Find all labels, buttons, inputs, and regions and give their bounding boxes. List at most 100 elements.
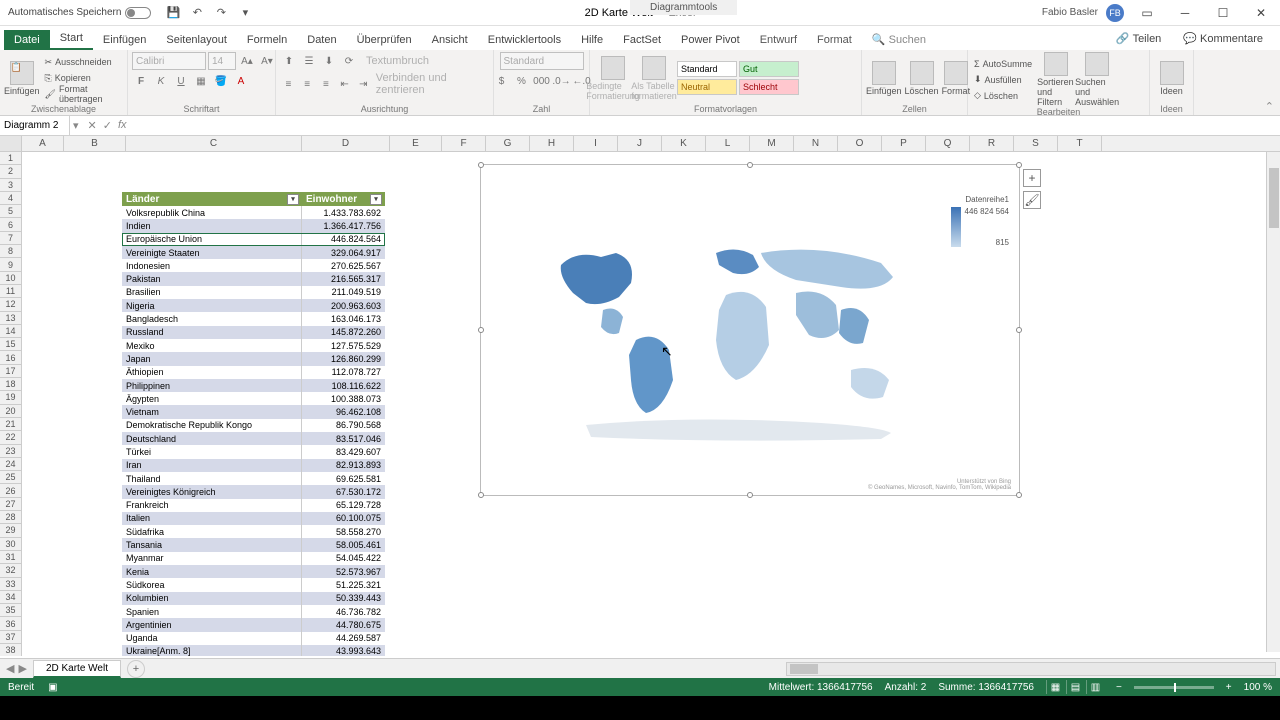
indent-dec-icon[interactable]: ⇤ — [336, 75, 353, 93]
cell-country[interactable]: Europäische Union — [122, 233, 302, 246]
inc-decimal-icon[interactable]: .0→ — [553, 72, 571, 90]
redo-icon[interactable]: ↷ — [213, 5, 229, 21]
row-header[interactable]: 38 — [0, 644, 21, 656]
row-header[interactable]: 35 — [0, 604, 21, 617]
view-pagelayout-icon[interactable]: ▤ — [1066, 680, 1084, 694]
cell-value[interactable]: 58.005.461 — [302, 538, 385, 551]
cell-country[interactable]: Philippinen — [122, 379, 302, 392]
col-header[interactable]: B — [64, 136, 126, 151]
table-row[interactable]: Deutschland83.517.046 — [122, 432, 385, 445]
col-header[interactable]: C — [126, 136, 302, 151]
cell-value[interactable]: 44.269.587 — [302, 632, 385, 645]
add-sheet-button[interactable]: + — [127, 660, 145, 678]
select-all-triangle[interactable] — [0, 136, 22, 151]
sheet-tab[interactable]: 2D Karte Welt — [33, 660, 121, 678]
cell-value[interactable]: 211.049.519 — [302, 286, 385, 299]
cell-country[interactable]: Argentinien — [122, 618, 302, 631]
underline-icon[interactable]: U — [172, 72, 190, 90]
number-format-combo[interactable]: Standard — [500, 52, 584, 70]
table-row[interactable]: Russland145.872.260 — [122, 326, 385, 339]
horizontal-scrollbar[interactable] — [786, 662, 1276, 676]
table-row[interactable]: Italien60.100.075 — [122, 512, 385, 525]
cell-country[interactable]: Myanmar — [122, 552, 302, 565]
decrease-font-icon[interactable]: A▾ — [258, 52, 276, 70]
table-row[interactable]: Europäische Union446.824.564 — [122, 233, 385, 246]
table-row[interactable]: Südkorea51.225.321 — [122, 578, 385, 591]
tab-start[interactable]: Start — [50, 28, 93, 50]
vertical-scrollbar[interactable] — [1266, 152, 1280, 652]
cell-country[interactable]: Indonesien — [122, 259, 302, 272]
tab-help[interactable]: Hilfe — [571, 30, 613, 50]
cell-value[interactable]: 329.064.917 — [302, 246, 385, 259]
table-row[interactable]: Südafrika58.558.270 — [122, 525, 385, 538]
col-header[interactable]: F — [442, 136, 486, 151]
cell-country[interactable]: Japan — [122, 352, 302, 365]
align-top-icon[interactable]: ⬆ — [280, 52, 298, 70]
undo-icon[interactable]: ↶ — [189, 5, 205, 21]
row-header[interactable]: 22 — [0, 431, 21, 444]
cell-value[interactable]: 69.625.581 — [302, 472, 385, 485]
merge-button[interactable]: Verbinden und zentrieren — [376, 72, 489, 96]
cell-country[interactable]: Kenia — [122, 565, 302, 578]
autosave-toggle[interactable]: Automatisches Speichern — [0, 7, 159, 19]
cell-country[interactable]: Mexiko — [122, 339, 302, 352]
cell-country[interactable]: Südkorea — [122, 578, 302, 591]
font-color-icon[interactable]: A — [232, 72, 250, 90]
row-header[interactable]: 28 — [0, 511, 21, 524]
tab-format[interactable]: Format — [807, 30, 862, 50]
username[interactable]: Fabio Basler — [1042, 7, 1098, 18]
col-header[interactable]: E — [390, 136, 442, 151]
cell-value[interactable]: 52.573.967 — [302, 565, 385, 578]
minimize-icon[interactable]: ─ — [1170, 2, 1200, 24]
cell-value[interactable]: 67.530.172 — [302, 485, 385, 498]
table-row[interactable]: Demokratische Republik Kongo86.790.568 — [122, 419, 385, 432]
conditional-format-button[interactable]: Bedingte Formatierung — [594, 56, 632, 101]
insert-cells-button[interactable]: Einfügen — [866, 61, 902, 96]
sheet-nav-next-icon[interactable]: ▶ — [18, 662, 26, 675]
row-header[interactable]: 15 — [0, 338, 21, 351]
table-row[interactable]: Thailand69.625.581 — [122, 472, 385, 485]
row-header[interactable]: 10 — [0, 272, 21, 285]
tab-design[interactable]: Entwurf — [750, 30, 807, 50]
align-middle-icon[interactable]: ☰ — [300, 52, 318, 70]
cell-value[interactable]: 96.462.108 — [302, 405, 385, 418]
toggle-switch[interactable] — [125, 7, 151, 19]
row-header[interactable]: 19 — [0, 391, 21, 404]
name-box[interactable]: Diagramm 2 — [0, 116, 70, 136]
find-select-button[interactable]: Suchen und Auswählen — [1078, 52, 1116, 107]
font-size-combo[interactable]: 14 — [208, 52, 236, 70]
tab-developer[interactable]: Entwicklertools — [478, 30, 571, 50]
cell-country[interactable]: Ägypten — [122, 392, 302, 405]
align-left-icon[interactable]: ≡ — [280, 75, 297, 93]
cell-value[interactable]: 145.872.260 — [302, 326, 385, 339]
row-header[interactable]: 31 — [0, 551, 21, 564]
row-header[interactable]: 9 — [0, 258, 21, 271]
cell-value[interactable]: 216.565.317 — [302, 272, 385, 285]
row-header[interactable]: 14 — [0, 325, 21, 338]
cell-value[interactable]: 58.558.270 — [302, 525, 385, 538]
cut-button[interactable]: ✂ Ausschneiden — [43, 55, 123, 70]
row-header[interactable]: 36 — [0, 617, 21, 630]
delete-cells-button[interactable]: Löschen — [905, 61, 939, 96]
increase-font-icon[interactable]: A▴ — [238, 52, 256, 70]
view-pagebreak-icon[interactable]: ▥ — [1086, 680, 1104, 694]
table-row[interactable]: Ukraine[Anm. 8]43.993.643 — [122, 645, 385, 656]
cell-value[interactable]: 126.860.299 — [302, 352, 385, 365]
cell-country[interactable]: Südafrika — [122, 525, 302, 538]
ideas-button[interactable]: Ideen — [1154, 61, 1189, 96]
row-header[interactable]: 11 — [0, 285, 21, 298]
row-header[interactable]: 12 — [0, 298, 21, 311]
row-header[interactable]: 7 — [0, 232, 21, 245]
tab-factset[interactable]: FactSet — [613, 30, 671, 50]
row-header[interactable]: 20 — [0, 405, 21, 418]
table-row[interactable]: Myanmar54.045.422 — [122, 552, 385, 565]
col-header[interactable]: G — [486, 136, 530, 151]
format-table-button[interactable]: Als Tabelle formatieren — [635, 56, 673, 101]
table-row[interactable]: Mexiko127.575.529 — [122, 339, 385, 352]
save-icon[interactable]: 💾 — [165, 5, 181, 21]
tab-view[interactable]: Ansicht — [422, 30, 478, 50]
row-header[interactable]: 26 — [0, 484, 21, 497]
cell-country[interactable]: Volksrepublik China — [122, 206, 302, 219]
row-header[interactable]: 2 — [0, 165, 21, 178]
cell-country[interactable]: Ukraine[Anm. 8] — [122, 645, 302, 656]
